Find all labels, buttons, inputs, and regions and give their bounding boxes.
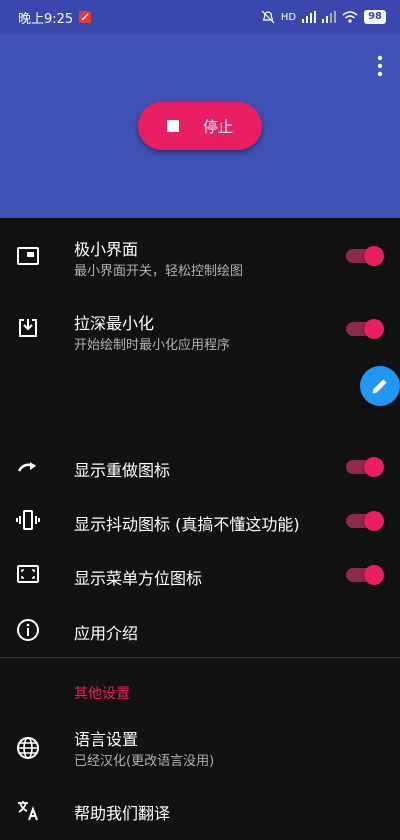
setting-language-title: 语言设置	[74, 730, 139, 749]
mini-ui-toggle[interactable]	[346, 246, 384, 266]
status-time: 晚上9:25	[18, 11, 74, 27]
setting-show-vibrate-title: 显示抖动图标 (真搞不懂这功能)	[74, 515, 300, 534]
pull-minimize-toggle[interactable]	[346, 319, 384, 339]
setting-pull-minimize-title: 拉深最小化	[74, 314, 155, 333]
setting-show-menu-pos[interactable]: 显示菜单方位图标	[0, 546, 400, 602]
vibrate-icon	[16, 510, 40, 530]
more-vert-icon[interactable]	[374, 54, 386, 78]
info-icon	[17, 619, 39, 641]
status-right: HD 98	[261, 10, 386, 24]
pencil-icon	[372, 379, 387, 394]
status-bar: 晚上9:25 HD 98	[0, 0, 400, 34]
setting-pull-minimize[interactable]: 拉深最小化 开始绘制时最小化应用程序	[0, 294, 400, 364]
setting-language[interactable]: 语言设置 已经汉化(更改语言没用)	[0, 716, 400, 780]
setting-language-subtitle: 已经汉化(更改语言没用)	[74, 754, 215, 769]
setting-translate-title: 帮助我们翻译	[74, 804, 171, 823]
redo-icon	[17, 462, 36, 472]
edit-fab[interactable]	[360, 366, 400, 406]
setting-about[interactable]: 应用介绍	[0, 602, 400, 658]
show-menu-pos-toggle[interactable]	[346, 565, 384, 585]
app-header: 停止	[0, 34, 400, 218]
setting-translate[interactable]: 帮助我们翻译	[0, 782, 400, 838]
section-divider	[0, 657, 400, 658]
wifi-icon	[342, 11, 358, 23]
setting-show-vibrate[interactable]: 显示抖动图标 (真搞不懂这功能)	[0, 492, 400, 548]
stop-icon	[166, 120, 179, 132]
globe-icon	[17, 737, 39, 759]
show-vibrate-toggle[interactable]	[346, 511, 384, 531]
download-box-icon	[19, 319, 37, 337]
setting-about-title: 应用介绍	[74, 624, 139, 643]
mute-bell-icon	[261, 10, 275, 24]
setting-show-redo[interactable]: 显示重做图标	[0, 438, 400, 494]
signal-2-icon	[322, 11, 337, 23]
stop-button-label: 停止	[202, 117, 233, 136]
setting-mini-ui-title: 极小界面	[74, 240, 139, 259]
fullscreen-box-icon	[17, 565, 39, 583]
setting-mini-ui-subtitle: 最小界面开关，轻松控制绘图	[74, 264, 244, 279]
picture-in-picture-icon	[17, 247, 39, 265]
show-redo-toggle[interactable]	[346, 457, 384, 477]
stop-button[interactable]: 停止	[138, 102, 262, 150]
translate-icon	[18, 801, 38, 821]
setting-mini-ui[interactable]: 极小界面 最小界面开关，轻松控制绘图	[0, 218, 400, 294]
status-left: 晚上9:25	[18, 8, 92, 27]
setting-pull-minimize-subtitle: 开始绘制时最小化应用程序	[74, 338, 231, 353]
signal-icon	[302, 11, 317, 23]
battery-indicator: 98	[364, 10, 386, 24]
network-label: HD	[280, 11, 297, 23]
other-settings-header: 其他设置	[74, 686, 130, 702]
setting-show-redo-title: 显示重做图标	[74, 461, 171, 480]
setting-show-menu-pos-title: 显示菜单方位图标	[74, 569, 203, 588]
app-notification-icon	[79, 11, 92, 23]
